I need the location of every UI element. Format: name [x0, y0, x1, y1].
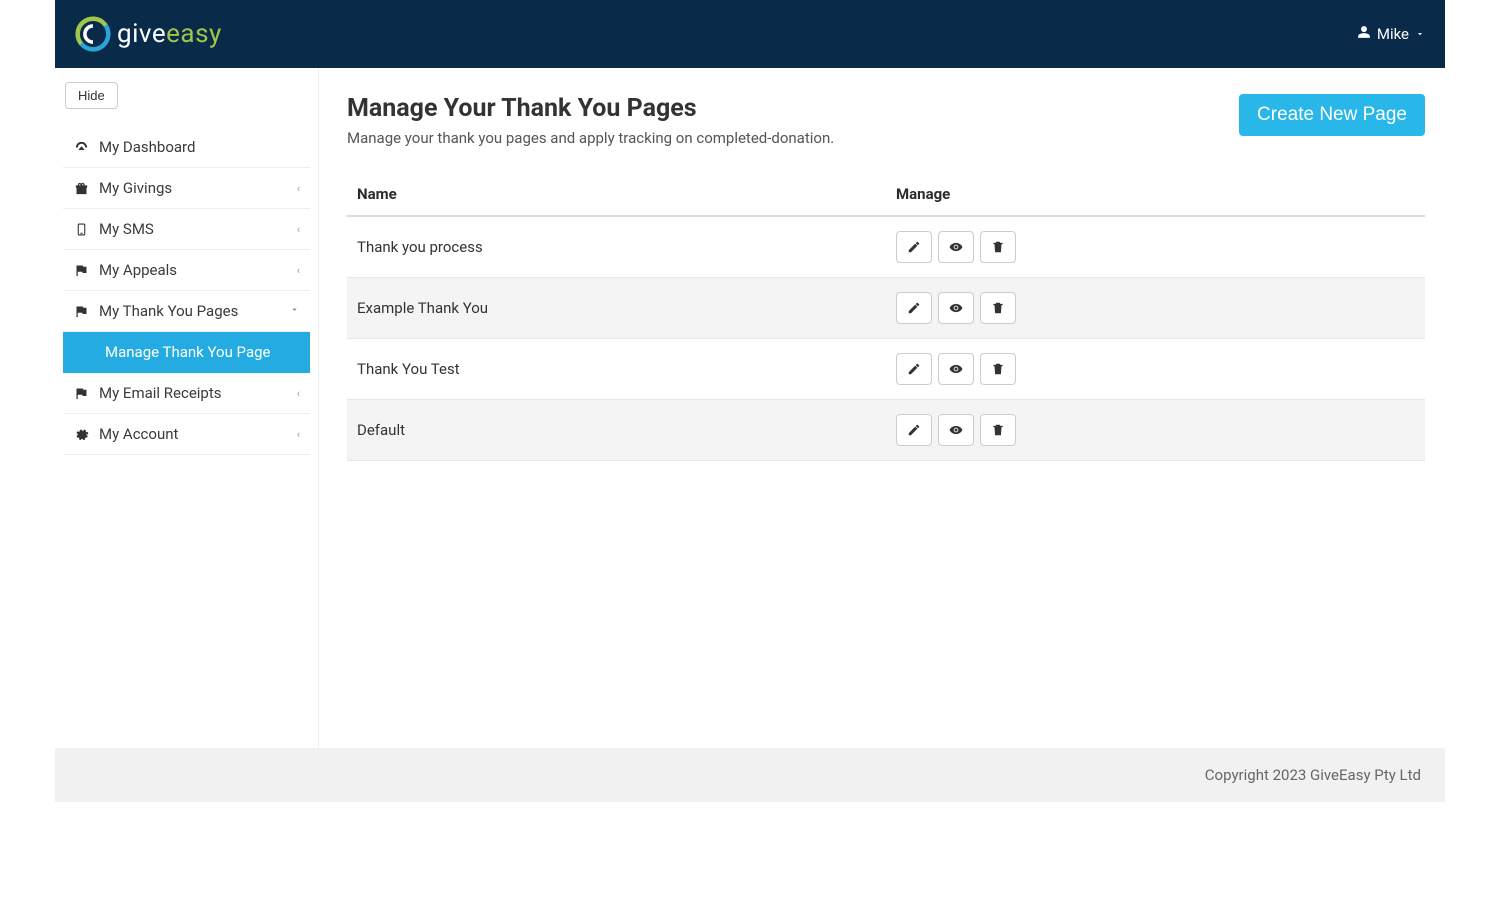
col-manage: Manage: [886, 175, 1425, 216]
table-row: Default: [347, 400, 1425, 461]
eye-icon: [949, 362, 963, 376]
nav-list: My Dashboard My Givings ‹: [63, 127, 310, 455]
nav-manage-thank-you-page[interactable]: Manage Thank You Page: [63, 332, 310, 373]
nav-label: My Thank You Pages: [99, 302, 238, 320]
gift-icon: [73, 180, 89, 196]
nav-label: My Email Receipts: [99, 384, 222, 402]
page-subtitle: Manage your thank you pages and apply tr…: [347, 129, 834, 147]
flag-icon: [73, 303, 89, 319]
table-row: Thank you process: [347, 216, 1425, 278]
cell-name: Default: [347, 400, 886, 461]
page-title: Manage Your Thank You Pages: [347, 94, 834, 123]
trash-icon: [991, 240, 1005, 254]
flag-icon: [73, 385, 89, 401]
brand-swirl-icon: [75, 16, 111, 52]
eye-icon: [949, 423, 963, 437]
pencil-icon: [907, 301, 921, 315]
chevron-left-icon: ‹: [297, 264, 300, 277]
trash-icon: [991, 301, 1005, 315]
eye-icon: [949, 301, 963, 315]
edit-button[interactable]: [896, 353, 932, 385]
cell-manage: [886, 400, 1425, 461]
delete-button[interactable]: [980, 231, 1016, 263]
edit-button[interactable]: [896, 414, 932, 446]
dashboard-icon: [73, 139, 89, 155]
delete-button[interactable]: [980, 414, 1016, 446]
chevron-left-icon: ‹: [297, 223, 300, 236]
table-row: Example Thank You: [347, 278, 1425, 339]
app-header: giveeasy Mike: [55, 0, 1445, 68]
cell-name: Thank You Test: [347, 339, 886, 400]
view-button[interactable]: [938, 414, 974, 446]
cell-name: Thank you process: [347, 216, 886, 278]
nav-label: My Appeals: [99, 261, 177, 279]
nav-sub-label: Manage Thank You Page: [105, 343, 270, 361]
chevron-left-icon: ‹: [297, 387, 300, 400]
cell-manage: [886, 339, 1425, 400]
nav-email-receipts[interactable]: My Email Receipts ‹: [63, 373, 310, 414]
mobile-icon: [73, 221, 89, 237]
main-content: Manage Your Thank You Pages Manage your …: [319, 68, 1445, 748]
pencil-icon: [907, 423, 921, 437]
brand-logo[interactable]: giveeasy: [75, 16, 222, 52]
edit-button[interactable]: [896, 231, 932, 263]
trash-icon: [991, 423, 1005, 437]
nav-label: My Account: [99, 425, 178, 443]
user-name: Mike: [1377, 25, 1409, 43]
eye-icon: [949, 240, 963, 254]
nav-appeals[interactable]: My Appeals ‹: [63, 250, 310, 291]
delete-button[interactable]: [980, 353, 1016, 385]
gear-icon: [73, 426, 89, 442]
view-button[interactable]: [938, 292, 974, 324]
table-row: Thank You Test: [347, 339, 1425, 400]
user-icon: [1357, 25, 1371, 43]
pencil-icon: [907, 240, 921, 254]
edit-button[interactable]: [896, 292, 932, 324]
nav-dashboard[interactable]: My Dashboard: [63, 127, 310, 168]
delete-button[interactable]: [980, 292, 1016, 324]
nav-sms[interactable]: My SMS ‹: [63, 209, 310, 250]
create-new-page-button[interactable]: Create New Page: [1239, 94, 1425, 136]
nav-givings[interactable]: My Givings ‹: [63, 168, 310, 209]
user-menu[interactable]: Mike: [1357, 25, 1425, 43]
nav-account[interactable]: My Account ‹: [63, 414, 310, 455]
sidebar: Hide My Dashboard My Givi: [55, 68, 319, 748]
chevron-left-icon: ‹: [297, 182, 300, 195]
thank-you-pages-table: Name Manage Thank you processExample Tha…: [347, 175, 1425, 461]
nav-label: My Givings: [99, 179, 172, 197]
cell-manage: [886, 278, 1425, 339]
caret-down-icon: [1415, 25, 1425, 43]
chevron-left-icon: ‹: [297, 428, 300, 441]
copyright: Copyright 2023 GiveEasy Pty Ltd: [1205, 766, 1421, 784]
brand-text: giveeasy: [117, 19, 222, 49]
view-button[interactable]: [938, 353, 974, 385]
nav-label: My Dashboard: [99, 138, 195, 156]
cell-manage: [886, 216, 1425, 278]
nav-label: My SMS: [99, 220, 154, 238]
chevron-down-icon: [289, 304, 300, 318]
col-name: Name: [347, 175, 886, 216]
cell-name: Example Thank You: [347, 278, 886, 339]
pencil-icon: [907, 362, 921, 376]
footer: Copyright 2023 GiveEasy Pty Ltd: [55, 748, 1445, 802]
hide-sidebar-button[interactable]: Hide: [65, 82, 118, 109]
view-button[interactable]: [938, 231, 974, 263]
nav-thank-you-pages[interactable]: My Thank You Pages: [63, 291, 310, 332]
flag-icon: [73, 262, 89, 278]
trash-icon: [991, 362, 1005, 376]
